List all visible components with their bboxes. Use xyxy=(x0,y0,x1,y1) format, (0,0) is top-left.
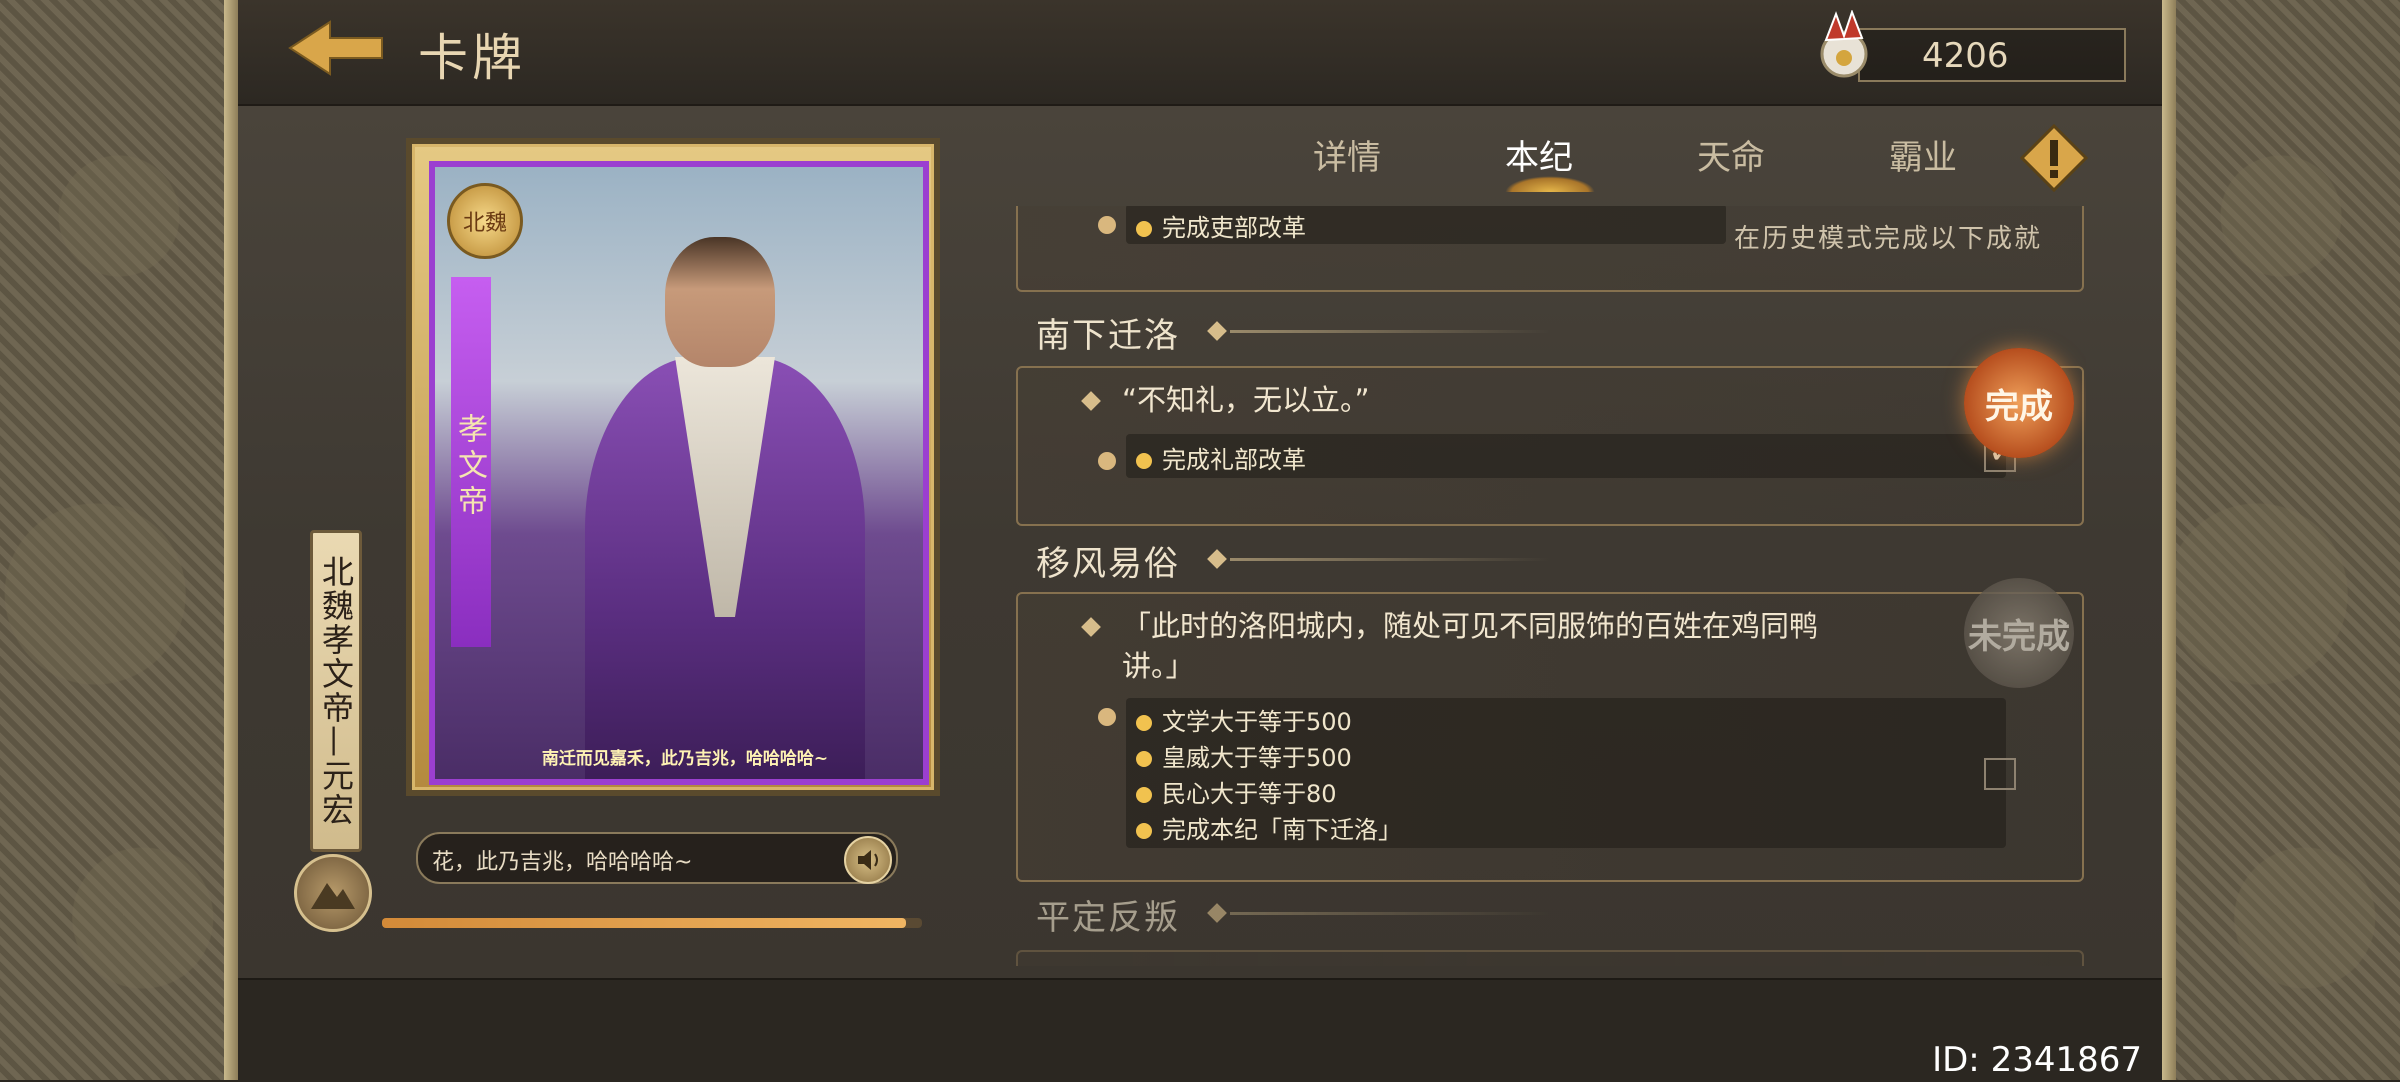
quote-diamond xyxy=(1081,391,1101,411)
condition-item: 皇威大于等于500 xyxy=(1136,738,1352,773)
content-panel: 北魏 孝文帝 南迁而见嘉禾，此乃吉兆，哈哈哈哈~ 北魏孝文帝—元宏 花，此乃吉兆… xyxy=(238,106,2162,978)
section-title-s3: 平定反叛 xyxy=(1036,898,1180,938)
section-quote-s1: “不知礼，无以立。” xyxy=(1122,383,1370,417)
chronicle-list[interactable]: 完成吏部改革 在历史模式完成以下成就 南下迁洛 “不知礼，无以立。” 完成礼部改… xyxy=(1016,206,2086,966)
card-faction-badge: 北魏 xyxy=(447,183,523,259)
condition-item: 民心大于等于80 xyxy=(1136,774,1337,809)
card-art: 北魏 孝文帝 南迁而见嘉禾，此乃吉兆，哈哈哈哈~ xyxy=(429,161,929,785)
currency-display: 4206 xyxy=(1820,9,2126,82)
tab-destiny[interactable]: 天命 xyxy=(1697,130,1765,179)
status-stamp-s2: 未完成 xyxy=(1964,578,2074,688)
figure-head xyxy=(665,237,775,367)
voice-progress-fill xyxy=(382,918,906,928)
title-diamond xyxy=(1207,321,1227,341)
condition-bullet xyxy=(1098,452,1116,470)
condition-block: 完成吏部改革 xyxy=(1126,206,1726,244)
right-decor-panel xyxy=(2162,0,2400,1080)
condition-block: 文学大于等于500 皇威大于等于500 民心大于等于80 完成本纪「南下迁洛」 xyxy=(1126,698,2006,848)
main-frame: 卡牌 4206 北魏 孝文帝 南迁而见嘉禾，此乃吉兆，哈哈哈哈~ 北魏孝文帝—元… xyxy=(238,0,2162,1082)
voice-line-text: 花，此乃吉兆，哈哈哈哈~ xyxy=(432,850,693,875)
tab-chronicle[interactable]: 本纪 xyxy=(1505,130,1595,192)
left-decor-panel xyxy=(0,0,238,1080)
voice-progress-bar xyxy=(382,918,922,928)
condition-item: 完成礼部改革 xyxy=(1136,440,1306,475)
section-box-s1: “不知礼，无以立。” 完成礼部改革 完成 xyxy=(1016,348,2084,526)
warning-icon[interactable] xyxy=(2019,123,2089,193)
condition-item: 完成吏部改革 xyxy=(1136,208,1306,243)
section-box-previous: 完成吏部改革 在历史模式完成以下成就 xyxy=(1016,206,2084,292)
section-quote-s2-line2: 讲。」 xyxy=(1122,649,1195,683)
hero-name-plaque: 北魏孝文帝—元宏 xyxy=(310,530,362,852)
condition-bullet xyxy=(1098,216,1116,234)
condition-block: 完成礼部改革 xyxy=(1126,434,2006,478)
tab-bar: 详情 本纪 天命 霸业 xyxy=(958,130,2028,200)
completion-checkbox-s2[interactable] xyxy=(1984,758,2016,790)
tab-details[interactable]: 详情 xyxy=(1313,130,1381,179)
section-box-s3 xyxy=(1016,950,2084,966)
title-diamond xyxy=(1207,903,1227,923)
footer-bar: ID: 2341867 xyxy=(238,978,2162,1082)
mountain-icon[interactable] xyxy=(294,854,372,932)
section-title-s2: 移风易俗 xyxy=(1036,544,1180,584)
speaker-icon[interactable] xyxy=(844,836,892,884)
section-box-s2: 「此时的洛阳城内，随处可见不同服饰的百姓在鸡同鸭 讲。」 文学大于等于500 皇… xyxy=(1016,578,2084,882)
quote-diamond xyxy=(1081,617,1101,637)
condition-bullet xyxy=(1098,708,1116,726)
title-divider xyxy=(1230,330,1550,333)
player-id: ID: 2341867 xyxy=(1932,1040,2142,1080)
hero-card[interactable]: 北魏 孝文帝 南迁而见嘉禾，此乃吉兆，哈哈哈哈~ xyxy=(412,144,934,790)
tab-chronicle-label: 本纪 xyxy=(1505,138,1573,178)
feather-token-icon xyxy=(1806,9,1882,88)
voice-line-bar: 花，此乃吉兆，哈哈哈哈~ xyxy=(416,832,898,884)
currency-value: 4206 xyxy=(1922,36,2009,76)
title-divider xyxy=(1230,558,1550,561)
section-title-s1: 南下迁洛 xyxy=(1036,316,1180,356)
page-title: 卡牌 xyxy=(418,29,526,87)
tab-hegemony[interactable]: 霸业 xyxy=(1889,130,1957,179)
status-stamp-s1: 完成 xyxy=(1964,348,2074,458)
section-quote-s2-line1: 「此时的洛阳城内，随处可见不同服饰的百姓在鸡同鸭 xyxy=(1122,609,1819,643)
tab-active-indicator xyxy=(1505,176,1595,192)
title-diamond xyxy=(1207,549,1227,569)
condition-item: 文学大于等于500 xyxy=(1136,702,1352,737)
achievement-hint: 在历史模式完成以下成就 xyxy=(1733,224,2042,254)
back-arrow-icon[interactable] xyxy=(286,16,386,80)
header: 卡牌 4206 xyxy=(238,0,2162,106)
title-divider xyxy=(1230,912,1550,915)
card-name-overlay: 孝文帝 xyxy=(451,277,491,647)
condition-item: 完成本纪「南下迁洛」 xyxy=(1136,810,1402,845)
card-quote: 南迁而见嘉禾，此乃吉兆，哈哈哈哈~ xyxy=(541,749,829,769)
